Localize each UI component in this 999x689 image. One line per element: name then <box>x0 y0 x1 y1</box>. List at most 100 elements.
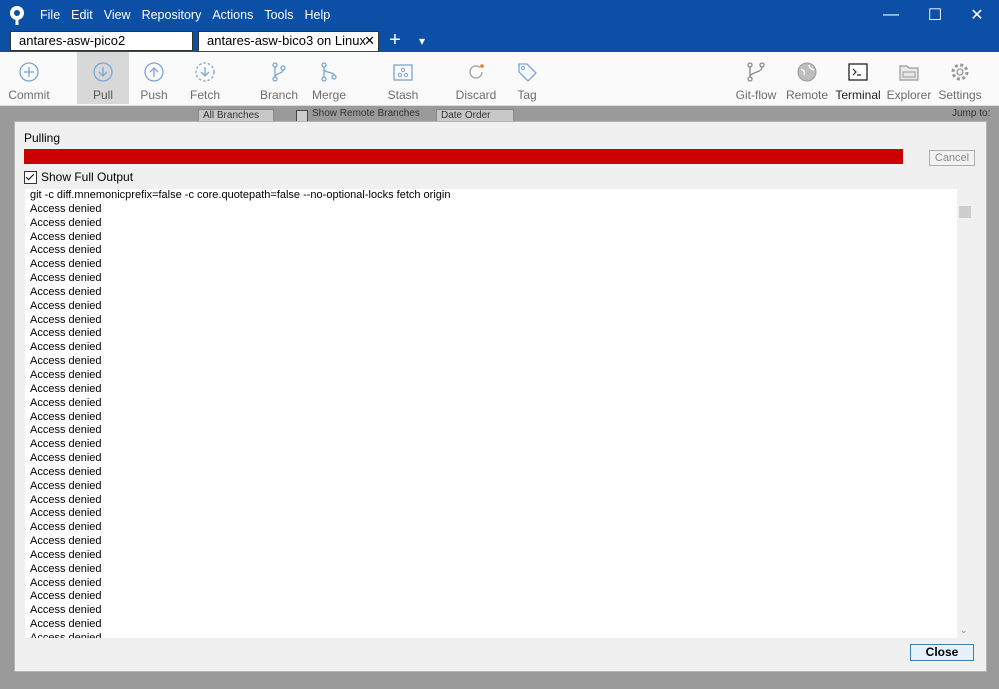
output-line: Access denied <box>30 438 102 451</box>
cancel-button[interactable]: Cancel <box>929 150 975 166</box>
menu-repository[interactable]: Repository <box>142 8 202 22</box>
fetch-icon <box>195 62 215 82</box>
menu-edit[interactable]: Edit <box>71 8 93 22</box>
output-line: Access denied <box>30 341 102 354</box>
tab-label: antares-asw-bico3 on Linux <box>207 33 366 48</box>
menu-file[interactable]: File <box>40 8 60 22</box>
branch-label: Branch <box>259 88 299 102</box>
output-line: Access denied <box>30 562 102 575</box>
explorer-label: Explorer <box>886 88 932 102</box>
output-line: Access denied <box>30 632 102 638</box>
output-line: Access denied <box>30 465 102 478</box>
output-line: Access denied <box>30 202 102 215</box>
minimize-icon: — <box>883 6 899 23</box>
tab-close-icon[interactable]: ✕ <box>364 33 375 49</box>
output-line: Access denied <box>30 313 102 326</box>
output-line: Access denied <box>30 576 102 589</box>
output-line: Access denied <box>30 244 102 257</box>
output-line: Access denied <box>30 493 102 506</box>
all-branches-label: All Branches <box>203 110 260 121</box>
output-line: Access denied <box>30 548 102 561</box>
show-full-output-toggle[interactable]: Show Full Output <box>24 170 133 184</box>
terminal-label: Terminal <box>835 88 881 102</box>
merge-label: Merge <box>311 88 346 102</box>
output-line: Access denied <box>30 618 102 631</box>
discard-icon <box>469 64 484 79</box>
terminal-icon <box>848 63 868 81</box>
output-line: Access denied <box>30 258 102 271</box>
scrollbar-thumb[interactable] <box>959 206 971 218</box>
output-line: Access denied <box>30 452 102 465</box>
tab-antares-asw-bico3[interactable]: antares-asw-bico3 on Linux ✕ <box>198 31 379 51</box>
minimize-button[interactable]: — <box>868 0 914 30</box>
menu-tools[interactable]: Tools <box>264 8 293 22</box>
terminal-button[interactable]: Terminal <box>832 52 884 104</box>
output-line: git -c diff.mnemonicprefix=false -c core… <box>30 189 451 201</box>
close-button[interactable]: Close <box>910 644 974 661</box>
output-line: Access denied <box>30 479 102 492</box>
settings-label: Settings <box>938 88 982 102</box>
tab-list-dropdown-icon[interactable]: ▾ <box>413 31 431 51</box>
output-line: Access denied <box>30 604 102 617</box>
close-icon: ✕ <box>970 7 984 24</box>
push-icon <box>144 62 164 82</box>
settings-button[interactable]: Settings <box>934 52 986 104</box>
menu-actions[interactable]: Actions <box>212 8 253 22</box>
gitflow-icon <box>747 62 765 82</box>
discard-button[interactable]: Discard <box>450 52 502 104</box>
output-line: Access denied <box>30 299 102 312</box>
discard-label: Discard <box>455 88 497 102</box>
tag-icon <box>518 63 537 82</box>
output-line: Access denied <box>30 355 102 368</box>
show-full-output-checkbox[interactable] <box>24 170 37 184</box>
gear-icon <box>951 63 969 81</box>
close-window-button[interactable]: ✕ <box>954 0 999 30</box>
push-button[interactable]: Push <box>128 52 180 104</box>
tag-label: Tag <box>517 88 537 102</box>
dialog-title: Pulling <box>24 131 61 145</box>
remote-button[interactable]: Remote <box>781 52 833 104</box>
menu-view[interactable]: View <box>104 8 131 22</box>
maximize-button[interactable]: ☐ <box>912 0 958 30</box>
output-line: Access denied <box>30 216 102 229</box>
tag-button[interactable]: Tag <box>501 52 553 104</box>
output-line: Access denied <box>30 327 102 340</box>
output-line: Access denied <box>30 590 102 603</box>
fetch-button[interactable]: Fetch <box>179 52 231 104</box>
tab-label: antares-asw-pico2 <box>19 33 126 48</box>
jump-to-label: Jump to: <box>952 108 991 119</box>
branch-button[interactable]: Branch <box>253 52 305 104</box>
commit-button[interactable]: Commit <box>3 52 55 104</box>
output-line: Access denied <box>30 272 102 285</box>
menu-help[interactable]: Help <box>305 8 331 22</box>
pull-icon <box>93 62 113 82</box>
output-log[interactable]: git -c diff.mnemonicprefix=false -c core… <box>25 189 957 638</box>
add-tab-icon[interactable]: + <box>385 29 405 51</box>
gitflow-button[interactable]: Git-flow <box>730 52 782 104</box>
scroll-down-icon[interactable]: ⌄ <box>960 625 968 636</box>
pull-button[interactable]: Pull <box>77 52 129 104</box>
stash-button[interactable]: Stash <box>377 52 429 104</box>
fetch-label: Fetch <box>189 88 220 102</box>
stash-icon <box>393 64 413 81</box>
sourcetree-logo-icon <box>10 6 24 25</box>
output-line: Access denied <box>30 521 102 534</box>
output-line: Access denied <box>30 535 102 548</box>
explorer-button[interactable]: Explorer <box>883 52 935 104</box>
show-full-output-label: Show Full Output <box>41 170 134 184</box>
remote-label: Remote <box>785 88 829 102</box>
commit-label: Commit <box>8 88 50 102</box>
tab-antares-asw-pico2[interactable]: antares-asw-pico2 <box>10 31 193 51</box>
output-line: Access denied <box>30 396 102 409</box>
merge-button[interactable]: Merge <box>303 52 355 104</box>
output-scrollbar[interactable]: ⌄ <box>957 189 973 638</box>
output-line: Access denied <box>30 424 102 437</box>
output-line: Access denied <box>30 507 102 520</box>
stash-label: Stash <box>387 88 419 102</box>
output-line: Access denied <box>30 285 102 298</box>
pull-label: Pull <box>92 88 113 102</box>
folder-icon <box>899 65 919 81</box>
maximize-icon: ☐ <box>927 7 943 24</box>
progress-bar <box>24 149 903 164</box>
gitflow-label: Git-flow <box>735 88 777 102</box>
